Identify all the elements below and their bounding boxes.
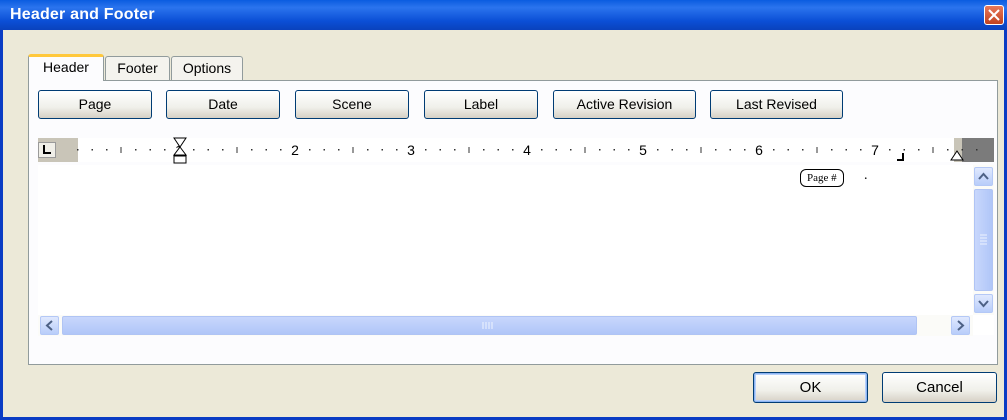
ruler-tick — [860, 149, 862, 151]
ruler-tick — [628, 149, 630, 151]
ruler-tick — [976, 149, 978, 151]
indent-marker[interactable] — [172, 136, 188, 164]
ruler-tick — [555, 149, 557, 151]
ruler-tick — [454, 149, 456, 151]
horizontal-scrollbar[interactable] — [38, 315, 973, 336]
scroll-right-button[interactable] — [951, 316, 970, 335]
title-bar[interactable]: Header and Footer — [0, 0, 1007, 30]
thumb-grip-icon — [980, 234, 987, 245]
ruler-tick — [193, 149, 195, 151]
scroll-down-button[interactable] — [974, 294, 993, 313]
vertical-scroll-thumb[interactable] — [974, 189, 993, 291]
ruler-tick — [149, 149, 151, 151]
ruler-tick — [381, 149, 383, 151]
ruler-tick — [918, 149, 920, 151]
ruler-tick — [541, 149, 543, 151]
thumb-grip-icon — [482, 322, 493, 329]
scene-button[interactable]: Scene — [295, 90, 409, 119]
ruler-tick — [367, 149, 369, 151]
page-button[interactable]: Page — [38, 90, 152, 119]
ruler-tick — [265, 149, 267, 151]
ruler-tick — [497, 149, 499, 151]
chevron-left-icon — [45, 320, 53, 331]
ruler-number: 7 — [871, 142, 879, 158]
tab-header[interactable]: Header — [28, 54, 104, 81]
ok-button[interactable]: OK — [753, 372, 868, 403]
dialog-window: Header and Footer Header Footer Options … — [0, 0, 1007, 420]
label-button[interactable]: Label — [424, 90, 538, 119]
header-editor[interactable]: Page # . — [38, 165, 994, 336]
ruler-tick — [236, 147, 238, 153]
ruler-tick — [845, 149, 847, 151]
chevron-down-icon — [978, 300, 989, 308]
ruler-tick — [657, 149, 659, 151]
ruler-tick — [91, 149, 93, 151]
ruler-tick — [77, 149, 79, 151]
ruler-number: 5 — [639, 142, 647, 158]
close-button[interactable] — [984, 5, 1004, 25]
cancel-button[interactable]: Cancel — [882, 372, 997, 403]
ruler-tick — [831, 149, 833, 151]
ruler-tick — [903, 149, 905, 151]
ruler-number: 6 — [755, 142, 763, 158]
horizontal-scroll-thumb[interactable] — [62, 316, 917, 335]
ruler-tick — [483, 149, 485, 151]
ruler-tick — [787, 149, 789, 151]
ruler-tick — [932, 147, 934, 153]
chevron-up-icon — [978, 172, 989, 180]
vertical-scrollbar[interactable] — [973, 165, 994, 315]
scroll-up-button[interactable] — [974, 167, 993, 186]
ruler-tick — [338, 149, 340, 151]
ruler-tick — [744, 149, 746, 151]
ruler-tick — [584, 147, 586, 153]
ruler[interactable]: 1234567 — [38, 136, 994, 164]
ruler-tick — [715, 149, 717, 151]
ruler-tick — [816, 147, 818, 153]
date-button[interactable]: Date — [166, 90, 280, 119]
ruler-tick — [468, 147, 470, 153]
ruler-tick — [222, 149, 224, 151]
ruler-tick — [106, 149, 108, 151]
ruler-tick — [599, 149, 601, 151]
scroll-left-button[interactable] — [40, 316, 59, 335]
ruler-tick — [439, 149, 441, 151]
ruler-tick — [207, 149, 209, 151]
ruler-tick — [512, 149, 514, 151]
right-indent-marker[interactable] — [949, 150, 965, 162]
ruler-tick — [773, 149, 775, 151]
ruler-tick — [164, 149, 166, 151]
chevron-right-icon — [957, 320, 965, 331]
ruler-tick — [671, 149, 673, 151]
close-icon — [988, 9, 1000, 21]
tab-footer[interactable]: Footer — [105, 56, 170, 80]
ruler-tick — [889, 149, 891, 151]
last-revised-button[interactable]: Last Revised — [710, 90, 843, 119]
ruler-tick — [613, 149, 615, 151]
ruler-tick — [570, 149, 572, 151]
ruler-tick — [352, 147, 354, 153]
ruler-number: 3 — [407, 142, 415, 158]
ruler-tick — [309, 149, 311, 151]
window-title: Header and Footer — [10, 6, 155, 23]
right-tab-stop-icon[interactable] — [895, 152, 905, 162]
ruler-number: 2 — [291, 142, 299, 158]
ruler-tick — [425, 149, 427, 151]
active-revision-button[interactable]: Active Revision — [553, 90, 696, 119]
page-number-field[interactable]: Page # — [800, 169, 844, 187]
ruler-tick — [396, 149, 398, 151]
ruler-tick — [135, 149, 137, 151]
header-tab-panel: Page Date Scene Label Active Revision La… — [28, 80, 998, 365]
ruler-tick — [802, 149, 804, 151]
ruler-tick — [729, 149, 731, 151]
ruler-tick — [251, 149, 253, 151]
dialog-client-area: Header Footer Options Page Date Scene La… — [3, 30, 1004, 417]
ruler-tick — [120, 147, 122, 153]
ruler-tick — [323, 149, 325, 151]
ruler-tick — [700, 147, 702, 153]
ruler-tick — [280, 149, 282, 151]
tab-options[interactable]: Options — [171, 56, 243, 80]
ruler-number: 4 — [523, 142, 531, 158]
ruler-tick — [686, 149, 688, 151]
page-trailing-text: . — [864, 168, 868, 183]
